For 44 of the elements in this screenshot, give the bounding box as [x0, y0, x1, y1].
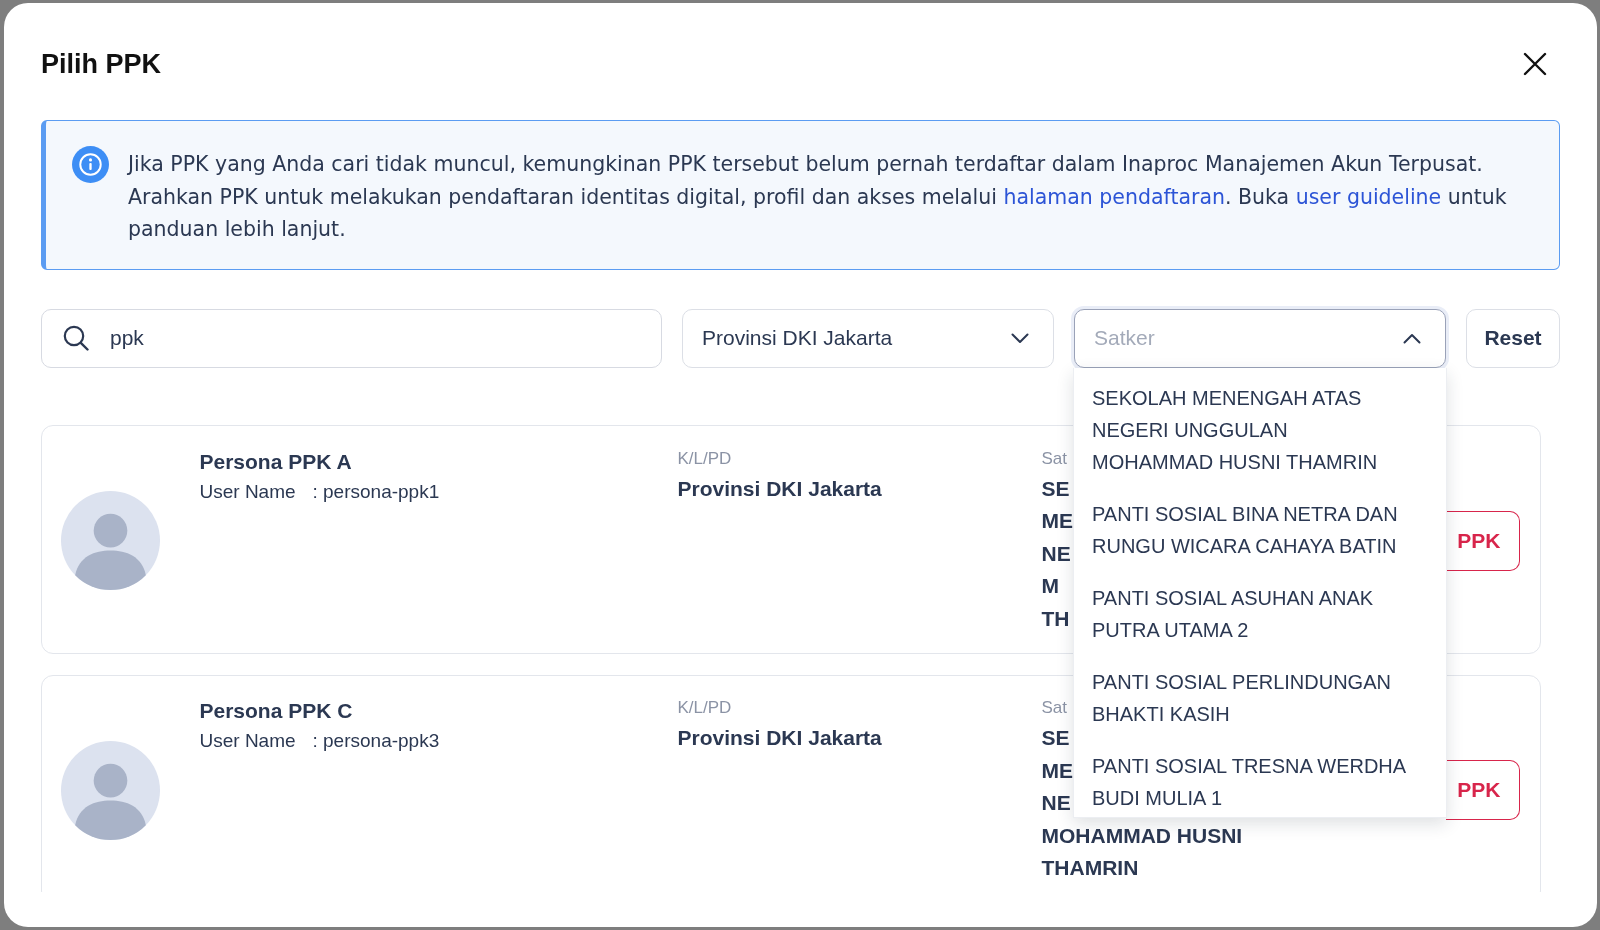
- persona-name: Persona PPK A: [199, 448, 352, 475]
- satker-value: ME: [1041, 757, 1073, 784]
- modal-title: Pilih PPK: [41, 48, 162, 81]
- satker-value: SE: [1041, 475, 1070, 502]
- province-select[interactable]: Provinsi DKI Jakarta: [682, 308, 1054, 368]
- option-item[interactable]: PANTI SOSIAL ASUHAN ANAK PUTRA UTAMA 2: [1074, 571, 1446, 656]
- select-button[interactable]: PPK: [1445, 510, 1520, 571]
- option-item[interactable]: SEKOLAH MENENGAH ATAS NEGERI UNGGULAN MOHAMMAD HUSNI THAMRIN: [1074, 371, 1446, 488]
- satker-value: NE: [1041, 790, 1071, 816]
- select-button[interactable]: PPK: [1445, 760, 1520, 821]
- satker-label: Sat: [1041, 697, 1068, 719]
- satker-value: ME: [1041, 508, 1073, 534]
- person-avatar-icon: [60, 491, 160, 591]
- persona-name: Persona PPK C: [199, 698, 353, 724]
- username-value: : persona-ppk3: [312, 729, 440, 753]
- satker-label: Sat: [1041, 447, 1068, 470]
- username-label: User Name: [199, 729, 297, 753]
- satker-value: M: [1041, 573, 1059, 599]
- inline-link[interactable]: halaman pendaftaran: [1003, 184, 1225, 209]
- inline-link[interactable]: user guideline: [1295, 184, 1442, 209]
- person-avatar-icon: [60, 740, 160, 840]
- username-value: : persona-ppk1: [312, 479, 440, 504]
- satker-value: THAMRIN: [1041, 855, 1139, 881]
- satker-value: MOHAMMAD HUSNI: [1041, 822, 1243, 849]
- satker-value: NE: [1041, 540, 1071, 567]
- chevron-down-icon: [1011, 332, 1029, 344]
- klpd-label: K/L/PD: [677, 697, 732, 719]
- chevron-up-icon: [1403, 332, 1421, 344]
- search-icon: [63, 325, 89, 351]
- reset-button[interactable]: Reset: [1466, 308, 1560, 368]
- klpd-value: Provinsi DKI Jakarta: [677, 475, 882, 502]
- klpd-value: Provinsi DKI Jakarta: [677, 725, 882, 751]
- option-item[interactable]: PANTI SOSIAL BINA NETRA DAN RUNGU WICARA CAHAYA BATIN: [1074, 487, 1446, 572]
- info-icon: [72, 146, 109, 183]
- search-field[interactable]: ppk: [41, 308, 662, 368]
- klpd-label: K/L/PD: [677, 447, 732, 470]
- username-label: User Name: [199, 479, 297, 504]
- close-button[interactable]: [1523, 52, 1547, 76]
- satker-value: SE: [1041, 725, 1070, 751]
- close-icon: [1523, 52, 1547, 76]
- info-message: Jika PPK yang Anda cari tidak muncul, kemungkinan PPK tersebut belum pernah terdaftar dalam Inaproc Manajemen Akun Terpusat. Arahkan PPK untuk melakukan pendaftaran identitas digital, profil dan akses melalui halaman pendaftaran. Buka user guideline untuk panduan lebih lanjut.: [128, 151, 1508, 243]
- option-item[interactable]: PANTI SOSIAL PERLINDUNGAN BHAKTI KASIH: [1074, 655, 1446, 740]
- option-item[interactable]: PANTI SOSIAL TRESNA WERDHA BUDI MULIA 1: [1074, 739, 1446, 817]
- satker-value: TH: [1041, 605, 1070, 632]
